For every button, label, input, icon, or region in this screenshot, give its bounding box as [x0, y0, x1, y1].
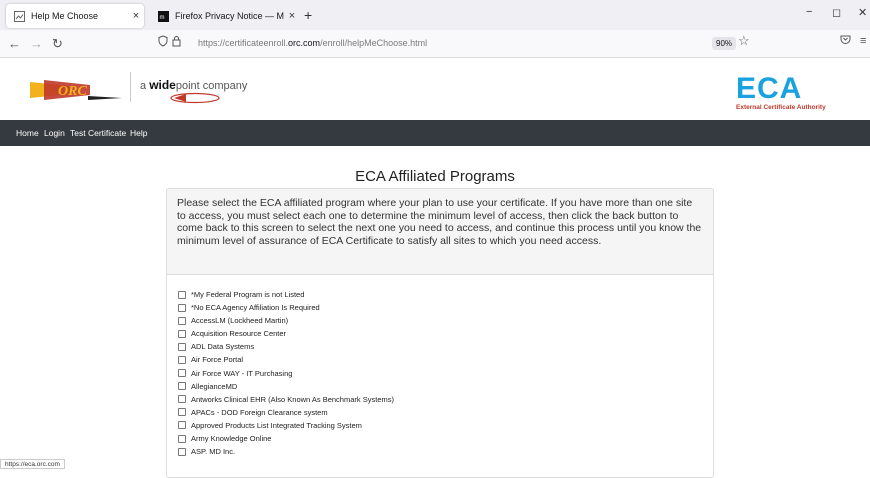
nav-login-link[interactable]: Login: [44, 128, 65, 138]
checkbox[interactable]: [178, 434, 186, 443]
checkbox[interactable]: [178, 421, 186, 430]
page-icon: [14, 10, 25, 22]
orc-logo[interactable]: ORC: [30, 76, 122, 104]
program-label: APACs - DOD Foreign Clearance system: [191, 407, 328, 417]
url-text[interactable]: https://certificateenroll.orc.com/enroll…: [198, 38, 427, 48]
program-option[interactable]: Approved Products List Integrated Tracki…: [178, 420, 394, 431]
tab-firefox-privacy[interactable]: m Firefox Privacy Notice — Mozill ×: [150, 4, 300, 28]
nav-test-certificate-link[interactable]: Test Certificate: [70, 128, 126, 138]
close-tab-icon[interactable]: ×: [128, 10, 144, 22]
program-label: ADL Data Systems: [191, 342, 255, 352]
page-title: ECA Affiliated Programs: [355, 168, 515, 185]
browser-tab-bar: Help Me Choose × m Firefox Privacy Notic…: [0, 0, 870, 30]
maximize-button[interactable]: ◻: [832, 6, 841, 19]
checkbox[interactable]: [178, 342, 186, 351]
program-option[interactable]: *My Federal Program is not Listed: [178, 289, 394, 300]
minimize-button[interactable]: −: [806, 6, 812, 18]
tagline-bold: wide: [149, 78, 176, 92]
brand-header: ORC a widepoint company ECA External Cer…: [0, 58, 870, 120]
program-label: Air Force Portal: [191, 355, 244, 365]
checkbox[interactable]: [178, 447, 186, 456]
url-domain: orc.com: [288, 38, 321, 48]
checkbox[interactable]: [178, 303, 186, 312]
program-label: AccessLM (Lockheed Martin): [191, 316, 289, 326]
forward-button[interactable]: →: [30, 36, 43, 51]
checkbox[interactable]: [178, 316, 186, 325]
zoom-badge[interactable]: 90%: [712, 37, 737, 50]
program-option[interactable]: APACs - DOD Foreign Clearance system: [178, 407, 394, 418]
nav-home-link[interactable]: Home: [16, 128, 39, 138]
checkbox[interactable]: [178, 395, 186, 404]
program-label: *No ECA Agency Affiliation Is Required: [191, 303, 320, 313]
program-option[interactable]: ASP. MD Inc.: [178, 446, 394, 457]
program-label: Army Knowledge Online: [191, 434, 272, 444]
checkbox[interactable]: [178, 290, 186, 299]
site-navbar: Home Login Test Certificate Help: [0, 120, 870, 146]
checkbox[interactable]: [178, 369, 186, 378]
hamburger-menu-icon[interactable]: ≡: [860, 35, 866, 47]
nav-help-link[interactable]: Help: [130, 128, 147, 138]
mozilla-icon: m: [158, 10, 169, 22]
checkbox[interactable]: [178, 382, 186, 391]
close-window-button[interactable]: ✕: [858, 6, 867, 19]
program-label: AllegianceMD: [191, 381, 238, 391]
checkbox[interactable]: [178, 408, 186, 417]
tab-title: Firefox Privacy Notice — Mozill: [175, 11, 284, 21]
program-option[interactable]: Air Force Portal: [178, 354, 394, 365]
tagline-prefix: a: [140, 80, 150, 92]
eca-logo[interactable]: ECA External Certificate Authority: [736, 74, 866, 114]
orc-logo-text: ORC: [58, 84, 87, 99]
checkbox[interactable]: [178, 355, 186, 364]
program-option[interactable]: Air Force WAY - IT Purchasing: [178, 368, 394, 379]
new-tab-button[interactable]: +: [304, 7, 312, 23]
checkbox[interactable]: [178, 329, 186, 338]
instructions-text: Please select the ECA affiliated program…: [167, 189, 713, 275]
program-option[interactable]: ADL Data Systems: [178, 341, 394, 352]
url-path: /enroll/helpMeChoose.html: [320, 38, 428, 48]
program-option[interactable]: AllegianceMD: [178, 381, 394, 392]
programs-card: Please select the ECA affiliated program…: [166, 188, 714, 478]
widepoint-tagline: a widepoint company: [140, 78, 247, 92]
url-bar[interactable]: https://certificateenroll.orc.com/enroll…: [152, 33, 752, 55]
program-label: *My Federal Program is not Listed: [191, 290, 305, 299]
url-prefix: https://certificateenroll.: [198, 38, 289, 48]
close-tab-icon[interactable]: ×: [284, 10, 300, 22]
tagline-rest: point company: [175, 80, 248, 92]
program-option[interactable]: Antworks Clinical EHR (Also Known As Ben…: [178, 394, 394, 405]
svg-text:m: m: [160, 15, 165, 21]
widepoint-swoosh-icon: [170, 92, 220, 104]
program-label: Acquisition Resource Center: [191, 329, 287, 339]
pocket-icon[interactable]: [840, 35, 851, 48]
program-option[interactable]: *No ECA Agency Affiliation Is Required: [178, 302, 394, 313]
program-option[interactable]: Army Knowledge Online: [178, 433, 394, 444]
reload-button[interactable]: ↻: [52, 36, 63, 52]
eca-logo-subtitle: External Certificate Authority: [736, 104, 826, 111]
program-option[interactable]: AccessLM (Lockheed Martin): [178, 315, 394, 326]
tab-help-me-choose[interactable]: Help Me Choose ×: [6, 4, 144, 28]
browser-nav-bar: ← → ↻ https://certificateenroll.orc.com/…: [0, 30, 870, 58]
back-button[interactable]: ←: [8, 36, 21, 51]
program-list: *My Federal Program is not Listed *No EC…: [178, 289, 394, 459]
tab-title: Help Me Choose: [31, 11, 99, 21]
program-label: Approved Products List Integrated Tracki…: [191, 420, 362, 430]
program-label: Antworks Clinical EHR (Also Known As Ben…: [191, 394, 394, 404]
program-label: Air Force WAY - IT Purchasing: [191, 368, 293, 378]
program-option[interactable]: Acquisition Resource Center: [178, 328, 394, 339]
logo-divider: [130, 72, 131, 102]
program-label: ASP. MD Inc.: [191, 447, 236, 457]
eca-logo-text: ECA: [736, 72, 803, 105]
bookmark-star-icon[interactable]: ☆: [738, 33, 750, 49]
shield-icon[interactable]: [158, 35, 184, 50]
